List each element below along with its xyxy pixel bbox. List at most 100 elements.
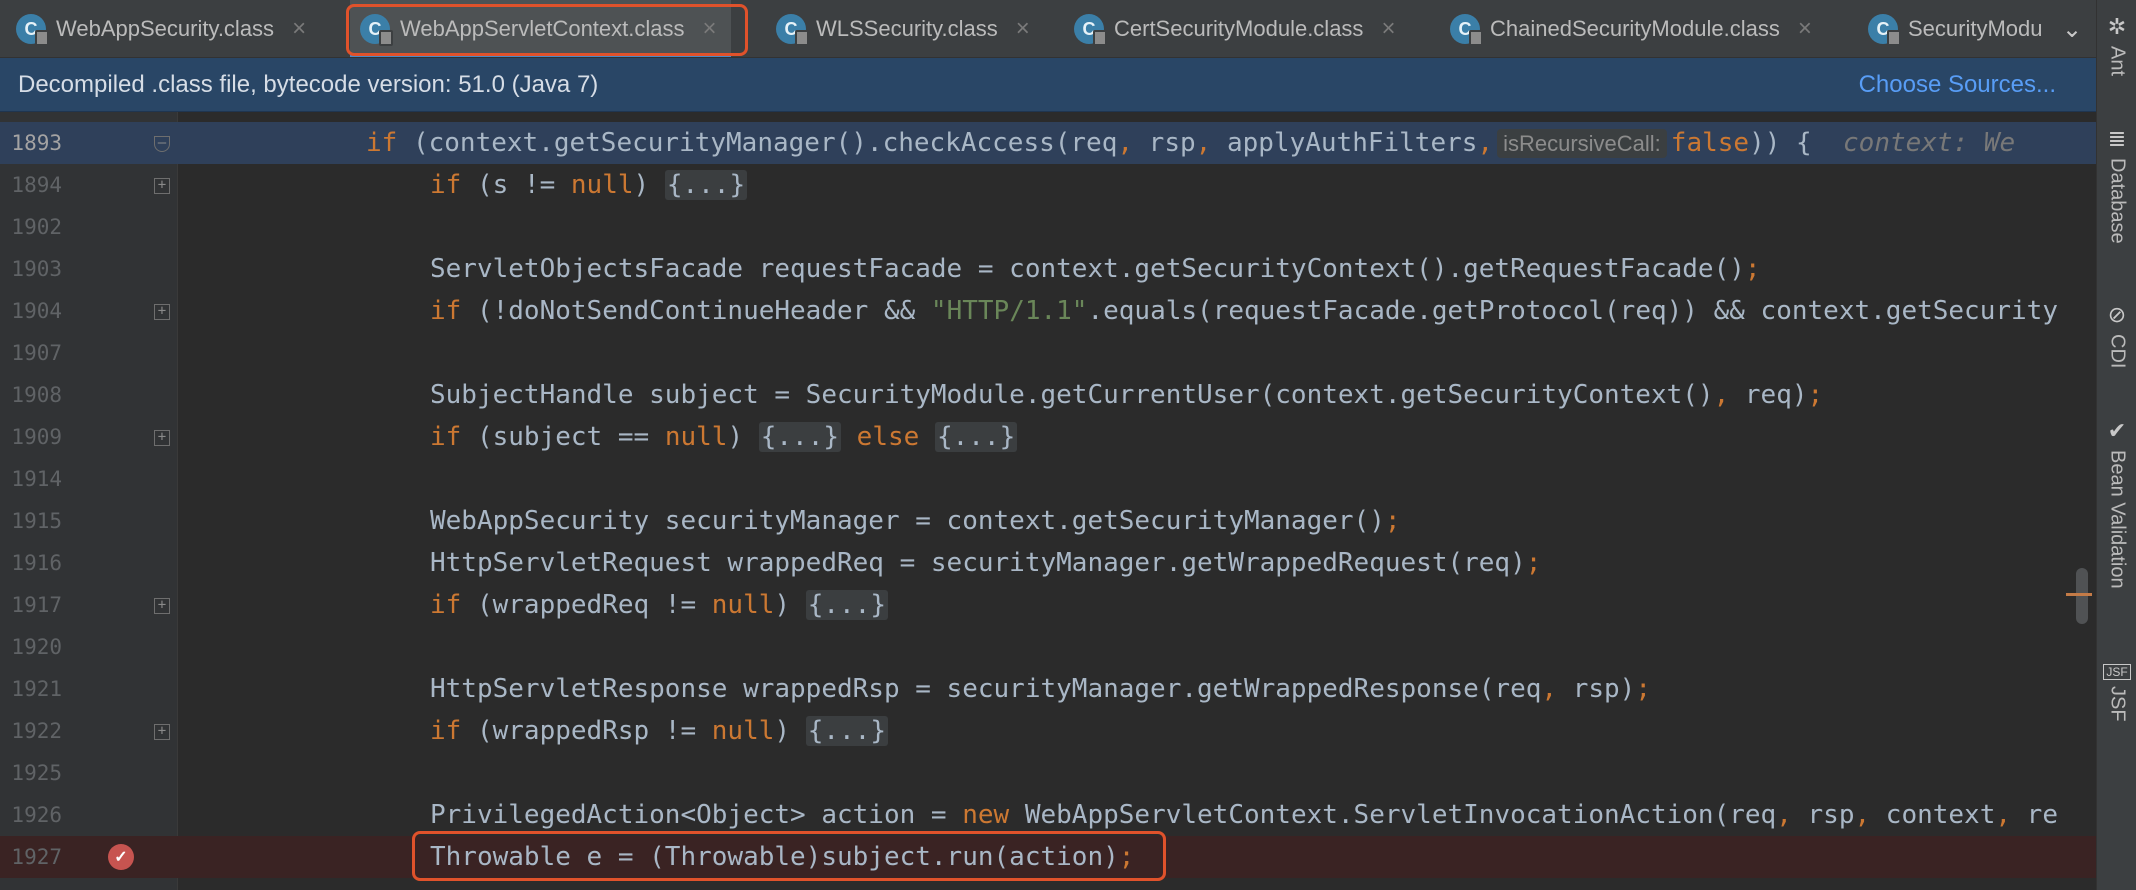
code-line: 1902 bbox=[0, 206, 2096, 248]
cdi-icon: ⊘ bbox=[2107, 302, 2127, 327]
ant-icon: ✲ bbox=[2107, 14, 2127, 39]
code-line: 1908 SubjectHandle subject = SecurityMod… bbox=[0, 374, 2096, 416]
code-text: if (subject == null) {...} else {...} bbox=[430, 422, 1018, 452]
fold-expand-icon[interactable]: + bbox=[154, 178, 170, 194]
tab-webappsecurity[interactable]: C WebAppSecurity.class × bbox=[4, 0, 320, 57]
tool-label: CDI bbox=[2106, 334, 2129, 369]
right-tool-strip: ✲ Ant ≣ Database ⊘ CDI ✔ Bean Validation… bbox=[2096, 0, 2136, 890]
line-number: 1917 bbox=[11, 593, 62, 617]
breakpoint-icon[interactable]: ✓ bbox=[108, 844, 134, 870]
tool-window-ant[interactable]: ✲ Ant bbox=[2097, 14, 2136, 76]
tab-label: WLSSecurity.class bbox=[816, 16, 998, 41]
line-number: 1925 bbox=[11, 761, 62, 785]
line-number: 1916 bbox=[11, 551, 62, 575]
code-line: 1925 bbox=[0, 752, 2096, 794]
tab-webappservletcontext[interactable]: C WebAppServletContext.class × bbox=[350, 0, 731, 57]
collapsed-block[interactable]: {...} bbox=[805, 716, 888, 746]
line-number: 1908 bbox=[11, 383, 62, 407]
vertical-scrollbar[interactable] bbox=[2076, 568, 2088, 624]
collapsed-block[interactable]: {...} bbox=[805, 590, 888, 620]
tool-window-cdi[interactable]: ⊘ CDI bbox=[2097, 302, 2136, 368]
code-editor[interactable]: 1893 – if (context.getSecurityManager().… bbox=[0, 112, 2096, 890]
tab-label: WebAppServletContext.class bbox=[400, 16, 685, 41]
scroll-position-marker bbox=[2066, 593, 2092, 596]
database-icon: ≣ bbox=[2107, 126, 2127, 151]
class-file-icon: C bbox=[1450, 14, 1483, 46]
tool-window-jsf[interactable]: JSF JSF bbox=[2097, 664, 2136, 722]
tool-window-bean-validation[interactable]: ✔ Bean Validation bbox=[2097, 418, 2136, 589]
close-icon[interactable]: × bbox=[1381, 15, 1395, 43]
code-text: if (!doNotSendContinueHeader && "HTTP/1.… bbox=[430, 296, 2058, 326]
code-line: 1894 + if (s != null) {...} bbox=[0, 164, 2096, 206]
decompiled-banner: Decompiled .class file, bytecode version… bbox=[0, 58, 2096, 112]
line-number: 1921 bbox=[11, 677, 62, 701]
close-icon[interactable]: × bbox=[292, 15, 306, 43]
code-line: 1915 WebAppSecurity securityManager = co… bbox=[0, 500, 2096, 542]
tab-securitymodule[interactable]: C SecurityModu bbox=[1858, 0, 2043, 57]
collapsed-block[interactable]: {...} bbox=[758, 422, 842, 452]
tab-chainedsecuritymodule[interactable]: C ChainedSecurityModule.class × bbox=[1440, 0, 1826, 57]
line-number: 1907 bbox=[11, 341, 62, 365]
code-line: 1903 ServletObjectsFacade requestFacade … bbox=[0, 248, 2096, 290]
code-line: 1920 bbox=[0, 626, 2096, 668]
line-number: 1904 bbox=[11, 299, 62, 323]
collapsed-block[interactable]: {...} bbox=[934, 422, 1018, 452]
tool-label: Bean Validation bbox=[2106, 450, 2129, 589]
tab-label: WebAppSecurity.class bbox=[56, 16, 275, 41]
close-icon[interactable]: × bbox=[1016, 15, 1030, 43]
tab-label: CertSecurityModule.class bbox=[1114, 16, 1364, 41]
code-text: if (s != null) {...} bbox=[430, 170, 748, 200]
code-line: 1914 bbox=[0, 458, 2096, 500]
tool-label: JSF bbox=[2106, 686, 2129, 722]
code-text: HttpServletRequest wrappedReq = security… bbox=[430, 548, 1542, 578]
code-line: 1909 + if (subject == null) {...} else {… bbox=[0, 416, 2096, 458]
line-number: 1903 bbox=[11, 257, 62, 281]
close-icon[interactable]: × bbox=[1798, 15, 1812, 43]
inline-debug-value: context: We bbox=[1811, 128, 2016, 158]
code-line-breakpoint: 1927 ✓ Throwable e = (Throwable)subject.… bbox=[0, 836, 2096, 878]
line-number: 1915 bbox=[11, 509, 62, 533]
line-number: 1894 bbox=[11, 173, 62, 197]
tool-label: Database bbox=[2106, 158, 2129, 244]
line-number: 1909 bbox=[11, 425, 62, 449]
class-file-icon: C bbox=[360, 14, 393, 46]
class-file-icon: C bbox=[16, 14, 49, 46]
tab-wlssecurity[interactable]: C WLSSecurity.class × bbox=[766, 0, 1044, 57]
class-file-icon: C bbox=[1868, 14, 1901, 46]
class-file-icon: C bbox=[1074, 14, 1107, 46]
jsf-icon: JSF bbox=[2103, 664, 2131, 680]
code-text: ServletObjectsFacade requestFacade = con… bbox=[430, 254, 1761, 284]
tab-label: SecurityModu bbox=[1908, 16, 2043, 41]
code-line: 1917 + if (wrappedReq != null) {...} bbox=[0, 584, 2096, 626]
choose-sources-link[interactable]: Choose Sources... bbox=[1859, 71, 2056, 99]
parameter-hint: isRecursiveCall: bbox=[1497, 129, 1667, 158]
code-text: if (wrappedRsp != null) {...} bbox=[430, 716, 888, 746]
fold-expand-icon[interactable]: + bbox=[154, 430, 170, 446]
code-line: 1907 bbox=[0, 332, 2096, 374]
bean-validation-icon: ✔ bbox=[2107, 418, 2127, 443]
fold-expand-icon[interactable]: + bbox=[154, 304, 170, 320]
fold-marker-icon[interactable]: – bbox=[154, 136, 170, 152]
class-file-icon: C bbox=[776, 14, 809, 46]
code-line: 1893 – if (context.getSecurityManager().… bbox=[0, 122, 2096, 164]
code-line: 1904 + if (!doNotSendContinueHeader && "… bbox=[0, 290, 2096, 332]
close-icon[interactable]: × bbox=[703, 15, 717, 43]
code-text: WebAppSecurity securityManager = context… bbox=[430, 506, 1401, 536]
line-number: 1902 bbox=[11, 215, 62, 239]
code-text: PrivilegedAction<Object> action = new We… bbox=[430, 800, 2058, 830]
line-number: 1922 bbox=[11, 719, 62, 743]
line-number: 1893 bbox=[11, 131, 62, 155]
fold-expand-icon[interactable]: + bbox=[154, 724, 170, 740]
tab-certsecuritymodule[interactable]: C CertSecurityModule.class × bbox=[1064, 0, 1409, 57]
tool-label: Ant bbox=[2106, 46, 2129, 77]
tool-window-database[interactable]: ≣ Database bbox=[2097, 126, 2136, 244]
line-number: 1920 bbox=[11, 635, 62, 659]
code-line: 1926 PrivilegedAction<Object> action = n… bbox=[0, 794, 2096, 836]
code-line: 1922 + if (wrappedRsp != null) {...} bbox=[0, 710, 2096, 752]
tab-overflow-chevron-down-icon[interactable]: ⌄ bbox=[2048, 0, 2096, 57]
code-line: 1916 HttpServletRequest wrappedReq = sec… bbox=[0, 542, 2096, 584]
collapsed-block[interactable]: {...} bbox=[664, 170, 748, 200]
code-text: Throwable e = (Throwable)subject.run(act… bbox=[430, 842, 1135, 872]
code-text: HttpServletResponse wrappedRsp = securit… bbox=[430, 674, 1651, 704]
fold-expand-icon[interactable]: + bbox=[154, 598, 170, 614]
